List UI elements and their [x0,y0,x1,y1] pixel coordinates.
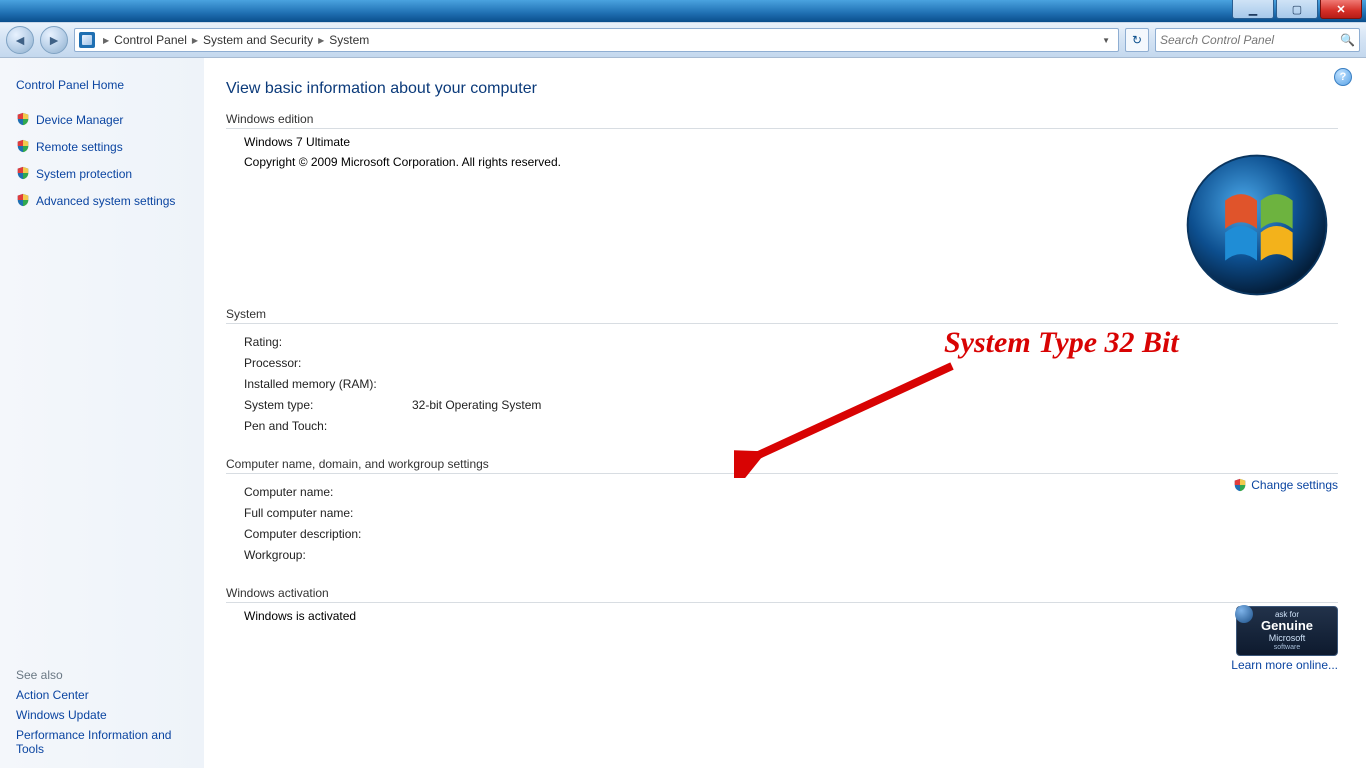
sidebar: Control Panel Home Device Manager Remote… [0,58,204,768]
value-workgroup [412,546,1338,564]
seealso-windows-update[interactable]: Windows Update [16,708,194,722]
breadcrumb-item[interactable]: System and Security [203,33,313,47]
label-computer-name: Computer name: [244,483,412,501]
value-computer-name [412,483,1338,501]
see-also-header: See also [16,668,194,682]
help-icon[interactable]: ? [1334,68,1352,86]
label-workgroup: Workgroup: [244,546,412,564]
maximize-button[interactable]: ▢ [1276,0,1318,19]
minimize-button[interactable]: ▁ [1232,0,1274,19]
seealso-performance-info[interactable]: Performance Information and Tools [16,728,194,756]
section-computer-name: Computer name, domain, and workgroup set… [226,457,1338,474]
main-content: ? View basic information about your comp… [204,58,1366,768]
chevron-right-icon: ▶ [318,36,324,45]
arrow-left-icon: ◄ [13,32,27,48]
search-input[interactable]: Search Control Panel 🔍 [1155,28,1360,52]
value-system-type: 32-bit Operating System [412,396,1338,414]
back-button[interactable]: ◄ [6,26,34,54]
label-rating: Rating: [244,333,412,351]
chevron-right-icon: ▶ [192,36,198,45]
label-processor: Processor: [244,354,412,372]
sidebar-device-manager[interactable]: Device Manager [16,112,194,127]
label-pen-touch: Pen and Touch: [244,417,412,435]
value-full-computer-name [412,504,1338,522]
genuine-microsoft-badge[interactable]: ask for Genuine Microsoft software [1236,606,1338,656]
sidebar-system-protection[interactable]: System protection [16,166,194,181]
label-full-computer-name: Full computer name: [244,504,412,522]
section-windows-edition: Windows edition [226,112,1338,129]
annotation-text: System Type 32 Bit [944,326,1179,360]
chevron-down-icon[interactable]: ▼ [1098,36,1114,45]
arrow-right-icon: ► [47,32,61,48]
search-icon: 🔍 [1340,33,1355,47]
label-computer-description: Computer description: [244,525,412,543]
windows-copyright: Copyright © 2009 Microsoft Corporation. … [226,155,1338,169]
breadcrumb-item[interactable]: Control Panel [114,33,187,47]
shield-icon [16,112,30,126]
shield-icon [16,166,30,180]
value-memory [412,375,1338,393]
page-title: View basic information about your comput… [226,80,1338,98]
forward-button[interactable]: ► [40,26,68,54]
shield-icon [1233,478,1247,492]
value-pen-touch [412,417,1338,435]
shield-icon [16,139,30,153]
close-icon: ✕ [1336,3,1345,16]
section-system: System [226,307,1338,324]
sidebar-control-panel-home[interactable]: Control Panel Home [16,78,194,92]
control-panel-icon [79,32,95,48]
change-settings-link[interactable]: Change settings [1233,478,1338,492]
refresh-button[interactable]: ↻ [1125,28,1149,52]
address-bar[interactable]: ▶ Control Panel ▶ System and Security ▶ … [74,28,1119,52]
sidebar-advanced-system-settings[interactable]: Advanced system settings [16,193,194,208]
seealso-action-center[interactable]: Action Center [16,688,194,702]
value-computer-description [412,525,1338,543]
value-processor [412,354,1338,372]
refresh-icon: ↻ [1132,33,1142,47]
window-titlebar: ▁ ▢ ✕ [0,0,1366,22]
label-memory: Installed memory (RAM): [244,375,412,393]
breadcrumb-item[interactable]: System [329,33,369,47]
label-system-type: System type: [244,396,412,414]
windows-edition-name: Windows 7 Ultimate [226,135,1338,149]
search-placeholder: Search Control Panel [1160,33,1274,47]
navbar: ◄ ► ▶ Control Panel ▶ System and Securit… [0,22,1366,58]
minimize-icon: ▁ [1249,3,1257,16]
windows-orb-icon [1235,605,1253,623]
section-windows-activation: Windows activation [226,586,1338,603]
maximize-icon: ▢ [1292,3,1302,16]
value-rating [412,333,1338,351]
activation-status: Windows is activated [226,609,1338,623]
shield-icon [16,193,30,207]
sidebar-remote-settings[interactable]: Remote settings [16,139,194,154]
learn-more-online-link[interactable]: Learn more online... [1231,658,1338,672]
windows-logo-icon [1182,150,1332,300]
chevron-right-icon: ▶ [103,36,109,45]
close-button[interactable]: ✕ [1320,0,1362,19]
